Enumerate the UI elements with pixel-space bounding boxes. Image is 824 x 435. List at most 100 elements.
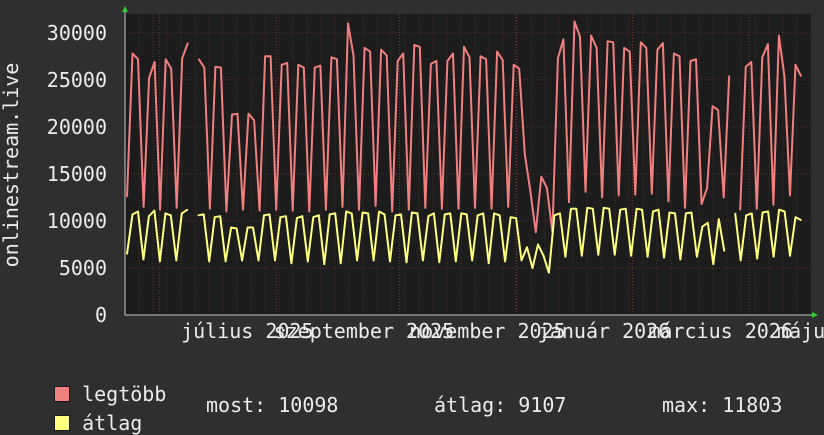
data-point-s0 xyxy=(557,57,559,59)
data-point-s1 xyxy=(696,255,698,258)
data-point-s1 xyxy=(202,213,205,216)
data-point-s0 xyxy=(606,40,609,43)
data-point-s1 xyxy=(224,260,227,263)
data-point-s1 xyxy=(526,246,528,249)
data-point-s1 xyxy=(131,213,134,216)
data-point-s1 xyxy=(592,207,594,210)
data-point-s1 xyxy=(252,226,254,229)
data-point-s0 xyxy=(253,119,255,122)
data-point-s0 xyxy=(695,58,697,60)
data-point-s0 xyxy=(673,52,675,55)
data-point-s0 xyxy=(651,192,653,195)
data-point-s0 xyxy=(396,60,399,62)
data-point-s0 xyxy=(336,58,338,60)
data-point-s1 xyxy=(455,260,457,263)
data-point-s1 xyxy=(356,259,358,262)
data-point-s0 xyxy=(303,66,305,69)
data-point-s0 xyxy=(325,208,327,211)
data-point-s0 xyxy=(391,210,394,213)
data-point-s1 xyxy=(723,250,726,252)
data-point-s1 xyxy=(323,263,326,266)
data-point-s0 xyxy=(579,35,581,38)
stat-max: max: 11803 xyxy=(662,393,782,417)
data-point-s0 xyxy=(634,193,637,196)
data-point-s1 xyxy=(263,214,265,217)
data-point-s1 xyxy=(652,210,654,213)
data-point-s1 xyxy=(345,210,348,213)
data-point-s0 xyxy=(496,50,498,53)
data-point-s1 xyxy=(367,212,369,215)
data-point-s1 xyxy=(137,210,139,213)
data-point-s1 xyxy=(630,254,632,257)
data-point-s1 xyxy=(504,260,506,263)
data-point-s0 xyxy=(656,48,659,51)
data-point-s1 xyxy=(619,208,621,211)
data-point-s0 xyxy=(408,208,410,211)
data-point-s0 xyxy=(778,34,780,37)
data-point-s1 xyxy=(564,255,567,258)
data-point-s0 xyxy=(490,207,493,210)
data-point-s0 xyxy=(258,209,261,212)
data-point-s0 xyxy=(507,206,510,208)
data-point-s0 xyxy=(264,55,266,58)
data-point-s0 xyxy=(640,41,642,43)
data-point-s0 xyxy=(430,63,432,65)
data-point-s1 xyxy=(789,254,791,257)
data-point-s1 xyxy=(548,271,550,274)
data-point-s1 xyxy=(378,210,380,213)
data-point-s0 xyxy=(767,43,769,45)
data-point-s0 xyxy=(722,196,725,199)
data-point-s1 xyxy=(707,222,709,224)
data-point-s1 xyxy=(241,259,243,262)
data-point-s1 xyxy=(438,261,441,264)
data-point-s0 xyxy=(479,55,482,58)
data-point-s1 xyxy=(597,254,600,256)
data-point-s1 xyxy=(339,262,342,265)
data-point-s1 xyxy=(685,212,687,215)
data-point-s1 xyxy=(493,212,495,215)
data-point-s0 xyxy=(419,46,421,48)
data-point-s0 xyxy=(131,52,134,55)
data-point-s0 xyxy=(170,67,172,70)
data-point-s0 xyxy=(700,203,703,205)
data-point-s1 xyxy=(301,215,304,217)
data-point-s1 xyxy=(712,263,715,266)
data-point-s0 xyxy=(330,56,333,59)
data-point-s0 xyxy=(789,194,791,197)
data-point-s1 xyxy=(372,259,375,262)
data-point-s1 xyxy=(663,256,665,259)
data-point-s0 xyxy=(573,20,576,23)
data-point-s0 xyxy=(562,38,565,41)
data-point-s1 xyxy=(487,262,490,265)
data-point-s0 xyxy=(756,207,758,210)
stat-now-label: most: xyxy=(206,393,267,417)
data-point-s0 xyxy=(164,58,167,60)
data-point-s0 xyxy=(524,153,526,155)
y-tick-label: 15000 xyxy=(47,162,107,186)
data-point-s0 xyxy=(745,65,747,68)
stat-max-value: 11803 xyxy=(722,393,783,417)
data-point-s0 xyxy=(181,57,183,59)
data-point-s0 xyxy=(441,207,443,210)
data-point-s0 xyxy=(711,105,714,107)
data-point-s1 xyxy=(159,260,161,263)
data-point-s0 xyxy=(385,54,388,57)
data-point-s1 xyxy=(570,207,572,210)
data-point-s1 xyxy=(274,259,276,262)
data-point-s0 xyxy=(203,66,206,69)
data-point-s0 xyxy=(446,60,449,62)
data-point-s1 xyxy=(405,261,408,264)
data-point-s1 xyxy=(279,216,282,218)
data-point-s0 xyxy=(198,58,200,60)
data-point-s0 xyxy=(667,200,670,202)
data-point-s0 xyxy=(236,112,239,115)
data-point-s0 xyxy=(645,47,648,49)
data-point-s1 xyxy=(257,259,260,262)
data-point-s0 xyxy=(435,60,438,62)
data-point-s0 xyxy=(220,66,222,69)
stat-avg: átlag: 9107 xyxy=(434,393,566,417)
data-point-s1 xyxy=(575,207,578,210)
data-point-s0 xyxy=(369,50,371,53)
data-point-s1 xyxy=(674,212,676,215)
y-tick-label: 20000 xyxy=(47,115,107,139)
